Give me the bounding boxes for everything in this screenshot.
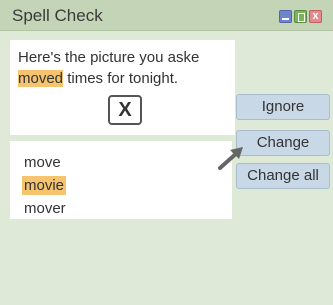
title-bar: Spell Check x — [0, 0, 333, 31]
maximize-icon[interactable] — [294, 10, 307, 23]
minimize-icon[interactable] — [279, 10, 292, 23]
document-text: Here's the picture you aske moved times … — [18, 47, 278, 89]
arrow-icon — [218, 147, 243, 170]
suggestion-item[interactable]: move — [22, 153, 63, 172]
change-button[interactable]: Change — [236, 130, 330, 156]
ignore-button[interactable]: Ignore — [236, 94, 330, 120]
document-line-1: Here's the picture you aske — [18, 49, 200, 66]
change-all-button[interactable]: Change all — [236, 163, 330, 189]
window-title: Spell Check — [12, 6, 103, 25]
document-line-2: times for tonight. — [63, 70, 179, 87]
dismiss-button[interactable]: X — [108, 95, 142, 125]
suggestion-item-selected[interactable]: movie — [22, 176, 67, 195]
misspelled-word[interactable]: moved — [18, 70, 64, 87]
close-icon[interactable]: x — [309, 10, 322, 23]
suggestions-list: move movie mover — [10, 141, 232, 219]
suggestion-item[interactable]: mover — [22, 199, 68, 218]
